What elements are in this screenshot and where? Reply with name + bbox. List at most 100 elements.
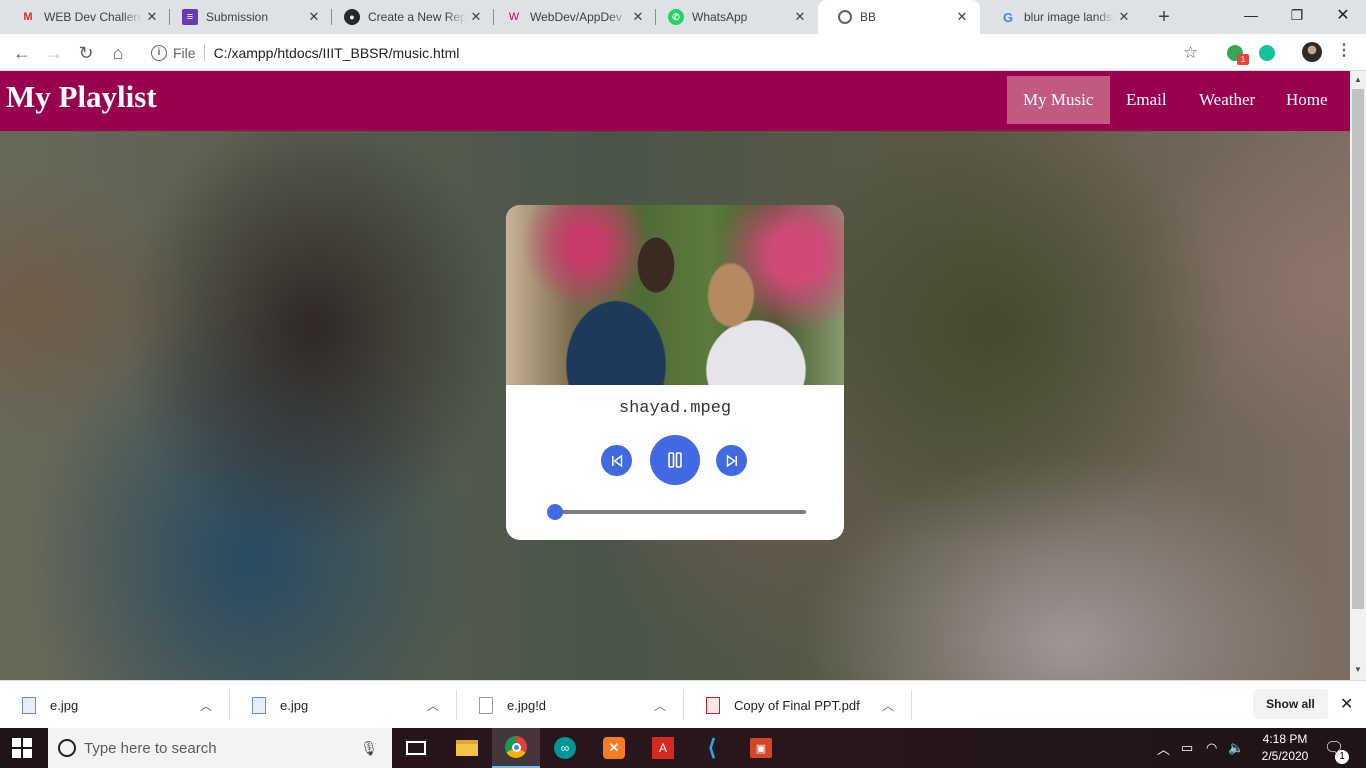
- url-text[interactable]: C:/xampp/htdocs/IIIT_BBSR/music.html: [214, 45, 460, 61]
- download-item[interactable]: Copy of Final PPT.pdf ︿: [684, 687, 912, 723]
- download-filename: e.jpg: [50, 697, 79, 713]
- progress-thumb[interactable]: [547, 504, 563, 520]
- windows-start-button[interactable]: [12, 738, 32, 758]
- home-icon[interactable]: ⌂: [104, 39, 132, 67]
- battery-icon[interactable]: ▭: [1181, 728, 1193, 768]
- chrome-icon[interactable]: [492, 728, 540, 768]
- tab-title: WEB Dev Challenge: [44, 10, 142, 24]
- cortana-icon: [58, 739, 76, 757]
- window-close-button[interactable]: ✕: [1320, 0, 1366, 30]
- tab-github[interactable]: ● Create a New Repository ✕: [324, 0, 494, 34]
- tab-title: blur image landscape: [1024, 10, 1114, 24]
- site-title: My Playlist: [6, 79, 157, 114]
- close-icon[interactable]: ✕: [466, 7, 486, 27]
- close-icon[interactable]: ✕: [1114, 7, 1134, 27]
- close-icon[interactable]: ✕: [304, 7, 324, 27]
- tab-webdev[interactable]: W WebDev/AppDev ✕: [486, 0, 656, 34]
- omnibox-divider: [203, 43, 205, 62]
- next-track-button[interactable]: [716, 445, 747, 476]
- grammarly-icon[interactable]: [1259, 45, 1275, 61]
- new-tab-button[interactable]: +: [1152, 5, 1176, 29]
- progress-slider[interactable]: [547, 504, 806, 520]
- restore-button[interactable]: ❐: [1274, 0, 1320, 30]
- tab-title: WebDev/AppDev: [530, 10, 622, 24]
- vertical-scrollbar[interactable]: ▲ ▼: [1350, 71, 1366, 680]
- scheme-label: File: [173, 44, 196, 61]
- scroll-up-icon[interactable]: ▲: [1354, 75, 1362, 84]
- download-filename: Copy of Final PPT.pdf: [734, 697, 860, 713]
- site-navbar: My Playlist My Music Email Weather Home: [0, 71, 1350, 131]
- tab-gmail[interactable]: M WEB Dev Challenge ✕: [0, 0, 170, 34]
- taskbar-search-box[interactable]: Type here to search 🎙: [48, 728, 392, 768]
- pdf-file-icon: [706, 696, 720, 714]
- show-all-button[interactable]: Show all: [1253, 689, 1328, 719]
- microphone-icon[interactable]: 🎙: [360, 740, 378, 757]
- browser-toolbar: ← → ↻ ⌂ i File C:/xampp/htdocs/IIIT_BBSR…: [0, 34, 1366, 71]
- scrollbar-thumb[interactable]: [1352, 89, 1364, 609]
- w-icon: W: [508, 11, 520, 23]
- xampp-icon[interactable]: ✕: [590, 728, 638, 768]
- music-player-card: shayad.mpeg: [506, 205, 844, 540]
- system-clock[interactable]: 4:18 PM 2/5/2020: [1250, 731, 1320, 765]
- clock-date: 2/5/2020: [1261, 749, 1309, 763]
- close-icon[interactable]: ✕: [952, 7, 972, 27]
- tab-submission[interactable]: ≡ Submission ✕: [162, 0, 332, 34]
- chevron-up-icon[interactable]: ︿: [650, 697, 670, 714]
- forward-arrow-icon[interactable]: →: [40, 39, 68, 67]
- album-cover-image: [506, 205, 844, 385]
- scroll-down-icon[interactable]: ▼: [1354, 665, 1362, 674]
- back-arrow-icon[interactable]: ←: [8, 39, 36, 67]
- chevron-up-icon[interactable]: ︿: [423, 697, 443, 714]
- blank-file-icon: [479, 696, 493, 714]
- close-icon[interactable]: ✕: [628, 7, 648, 27]
- acrobat-icon[interactable]: A: [639, 728, 687, 768]
- wifi-icon[interactable]: ◠: [1206, 728, 1217, 768]
- download-filename: e.jpg!d: [507, 697, 547, 713]
- gmail-icon: M: [23, 11, 33, 23]
- close-icon[interactable]: ✕: [1340, 694, 1353, 714]
- download-shelf: e.jpg ︿ e.jpg ︿ e.jpg!d ︿ Copy of Final …: [0, 680, 1366, 728]
- info-icon[interactable]: i: [151, 44, 167, 61]
- download-item[interactable]: e.jpg ︿: [0, 687, 230, 723]
- windows-taskbar: Type here to search 🎙 ∞ ✕ A ⟨ ▣ ︿ ▭ ◠ 🔈 …: [0, 728, 1366, 768]
- image-file-icon: [252, 696, 266, 714]
- profile-avatar[interactable]: [1302, 42, 1322, 62]
- tab-title: Create a New Repository: [368, 10, 466, 24]
- address-bar[interactable]: i File C:/xampp/htdocs/IIIT_BBSR/music.h…: [140, 38, 1220, 67]
- tab-title: Submission: [206, 10, 269, 24]
- close-icon[interactable]: ✕: [142, 7, 162, 27]
- chevron-up-icon[interactable]: ︿: [196, 697, 216, 714]
- player-controls: [506, 435, 844, 485]
- extension-badge: 1: [1237, 54, 1249, 65]
- pause-button[interactable]: [650, 435, 700, 485]
- download-item[interactable]: e.jpg ︿: [230, 687, 457, 723]
- tab-google[interactable]: G blur image landscape ✕: [980, 0, 1142, 34]
- bookmark-star-icon[interactable]: ☆: [1183, 43, 1198, 63]
- forms-icon: ≡: [182, 9, 198, 25]
- track-name: shayad.mpeg: [618, 399, 732, 418]
- pause-icon: [668, 452, 682, 468]
- nav-my-music[interactable]: My Music: [1007, 76, 1110, 124]
- chevron-up-icon[interactable]: ︿: [878, 697, 898, 714]
- download-item[interactable]: e.jpg!d ︿: [457, 687, 684, 723]
- task-view-icon[interactable]: [392, 728, 440, 768]
- chevron-up-icon[interactable]: ︿: [1157, 728, 1170, 768]
- close-icon[interactable]: ✕: [790, 7, 810, 27]
- nav-weather[interactable]: Weather: [1183, 76, 1271, 124]
- minimize-button[interactable]: —: [1228, 0, 1274, 30]
- vscode-icon[interactable]: ⟨: [688, 728, 736, 768]
- nav-home[interactable]: Home: [1270, 76, 1344, 124]
- github-icon: ●: [344, 9, 360, 25]
- powerpoint-icon[interactable]: ▣: [737, 728, 785, 768]
- google-icon: G: [1002, 9, 1014, 25]
- more-menu-icon[interactable]: ⋮: [1336, 40, 1352, 60]
- tab-bb[interactable]: BB ✕: [818, 0, 980, 34]
- arduino-icon[interactable]: ∞: [541, 728, 589, 768]
- volume-icon[interactable]: 🔈: [1228, 728, 1244, 768]
- skip-back-icon: [611, 454, 622, 467]
- reload-icon[interactable]: ↻: [72, 39, 100, 67]
- file-explorer-icon[interactable]: [443, 728, 491, 768]
- tab-whatsapp[interactable]: ✆ WhatsApp ✕: [648, 0, 818, 34]
- previous-track-button[interactable]: [601, 445, 632, 476]
- nav-email[interactable]: Email: [1110, 76, 1183, 124]
